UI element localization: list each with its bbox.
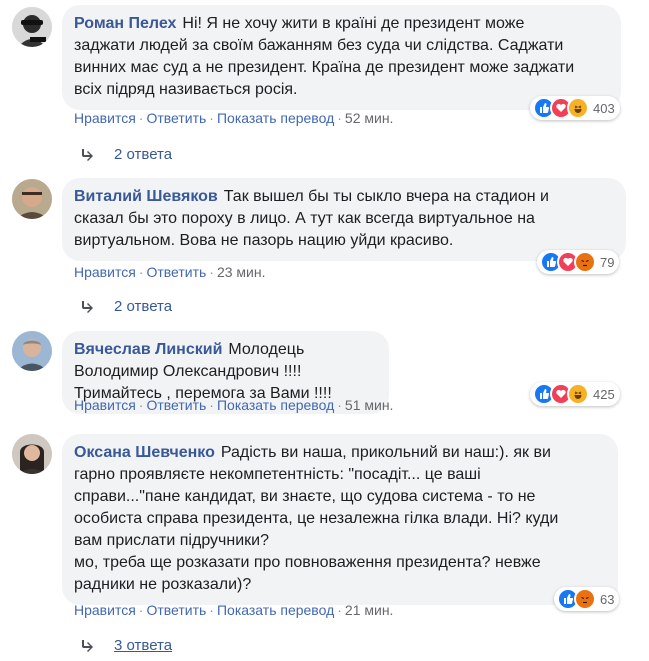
avatar[interactable] xyxy=(12,434,52,474)
reply-link[interactable]: Ответить xyxy=(146,264,206,280)
show-translation-link[interactable]: Показать перевод xyxy=(217,602,334,618)
reaction-count: 403 xyxy=(593,100,615,116)
reactions-summary[interactable]: 63 xyxy=(554,587,620,611)
comment-author[interactable]: Роман Пелех xyxy=(74,15,176,32)
comment-author[interactable]: Виталий Шевяков xyxy=(74,188,218,205)
separator-dot: · xyxy=(138,602,144,618)
comment-timestamp[interactable]: 23 мин. xyxy=(217,264,266,280)
haha-reaction-icon xyxy=(567,383,589,405)
reply-arrow-icon xyxy=(82,148,93,161)
separator-dot: · xyxy=(138,110,144,126)
avatar[interactable] xyxy=(12,7,52,47)
angry-reaction-icon xyxy=(574,251,596,273)
reaction-count: 63 xyxy=(600,591,615,607)
separator-dot: · xyxy=(337,110,342,126)
view-replies[interactable]: 2 ответа xyxy=(80,298,172,315)
comment-actions: Нравится · Ответить · Показать перевод · 51 ми… xyxy=(74,397,393,413)
like-link[interactable]: Нравится xyxy=(74,110,136,126)
avatar[interactable] xyxy=(12,331,52,371)
separator-dot: · xyxy=(209,602,214,618)
comment-bubble: Виталий Шевяков Так вышел бы ты сыкло вче… xyxy=(62,178,626,261)
view-replies[interactable]: 3 ответа xyxy=(80,637,172,654)
replies-count[interactable]: 2 ответа xyxy=(114,146,172,163)
separator-dot: · xyxy=(337,602,342,618)
reactions-summary[interactable]: 403 xyxy=(530,96,620,120)
separator-dot: · xyxy=(209,264,214,280)
reply-arrow-icon xyxy=(82,300,93,313)
comment-bubble: Оксана Шевченко Радість ви наша, прикольн… xyxy=(62,434,618,605)
comment-text: Радість ви наша, прикольний ви наш:). як… xyxy=(74,444,559,593)
separator-dot: · xyxy=(138,397,144,413)
comment-thread: Роман Пелех Ні! Я не хочу жити в країні д… xyxy=(0,0,649,661)
reaction-count: 425 xyxy=(593,386,615,402)
avatar[interactable] xyxy=(12,179,52,219)
show-translation-link[interactable]: Показать перевод xyxy=(217,110,334,126)
reply-arrow-icon xyxy=(82,639,93,652)
comment-timestamp[interactable]: 52 мин. xyxy=(345,110,394,126)
replies-count[interactable]: 3 ответа xyxy=(114,637,172,654)
comment-actions: Нравится · Ответить · 23 мин. xyxy=(74,264,266,280)
comment-author[interactable]: Вячеслав Линский xyxy=(74,341,222,358)
separator-dot: · xyxy=(337,397,342,413)
like-link[interactable]: Нравится xyxy=(74,264,136,280)
reactions-summary[interactable]: 425 xyxy=(530,382,620,406)
comment-author[interactable]: Оксана Шевченко xyxy=(74,444,215,461)
reply-link[interactable]: Ответить xyxy=(146,602,206,618)
view-replies[interactable]: 2 ответа xyxy=(80,146,172,163)
like-link[interactable]: Нравится xyxy=(74,397,136,413)
angry-reaction-icon xyxy=(574,588,596,610)
haha-reaction-icon xyxy=(567,97,589,119)
replies-count[interactable]: 2 ответа xyxy=(114,298,172,315)
reactions-summary[interactable]: 79 xyxy=(537,250,620,274)
reaction-count: 79 xyxy=(600,254,615,270)
like-link[interactable]: Нравится xyxy=(74,602,136,618)
reply-link[interactable]: Ответить xyxy=(146,110,206,126)
comment-actions: Нравится · Ответить · Показать перевод · 21 ми… xyxy=(74,602,393,618)
separator-dot: · xyxy=(138,264,144,280)
reply-link[interactable]: Ответить xyxy=(146,397,206,413)
separator-dot: · xyxy=(209,397,214,413)
comment-bubble: Роман Пелех Ні! Я не хочу жити в країні д… xyxy=(62,5,621,110)
separator-dot: · xyxy=(209,110,214,126)
comment-actions: Нравится · Ответить · Показать перевод · 52 ми… xyxy=(74,110,393,126)
comment-timestamp[interactable]: 21 мин. xyxy=(345,602,394,618)
show-translation-link[interactable]: Показать перевод xyxy=(217,397,334,413)
comment-timestamp[interactable]: 51 мин. xyxy=(345,397,394,413)
